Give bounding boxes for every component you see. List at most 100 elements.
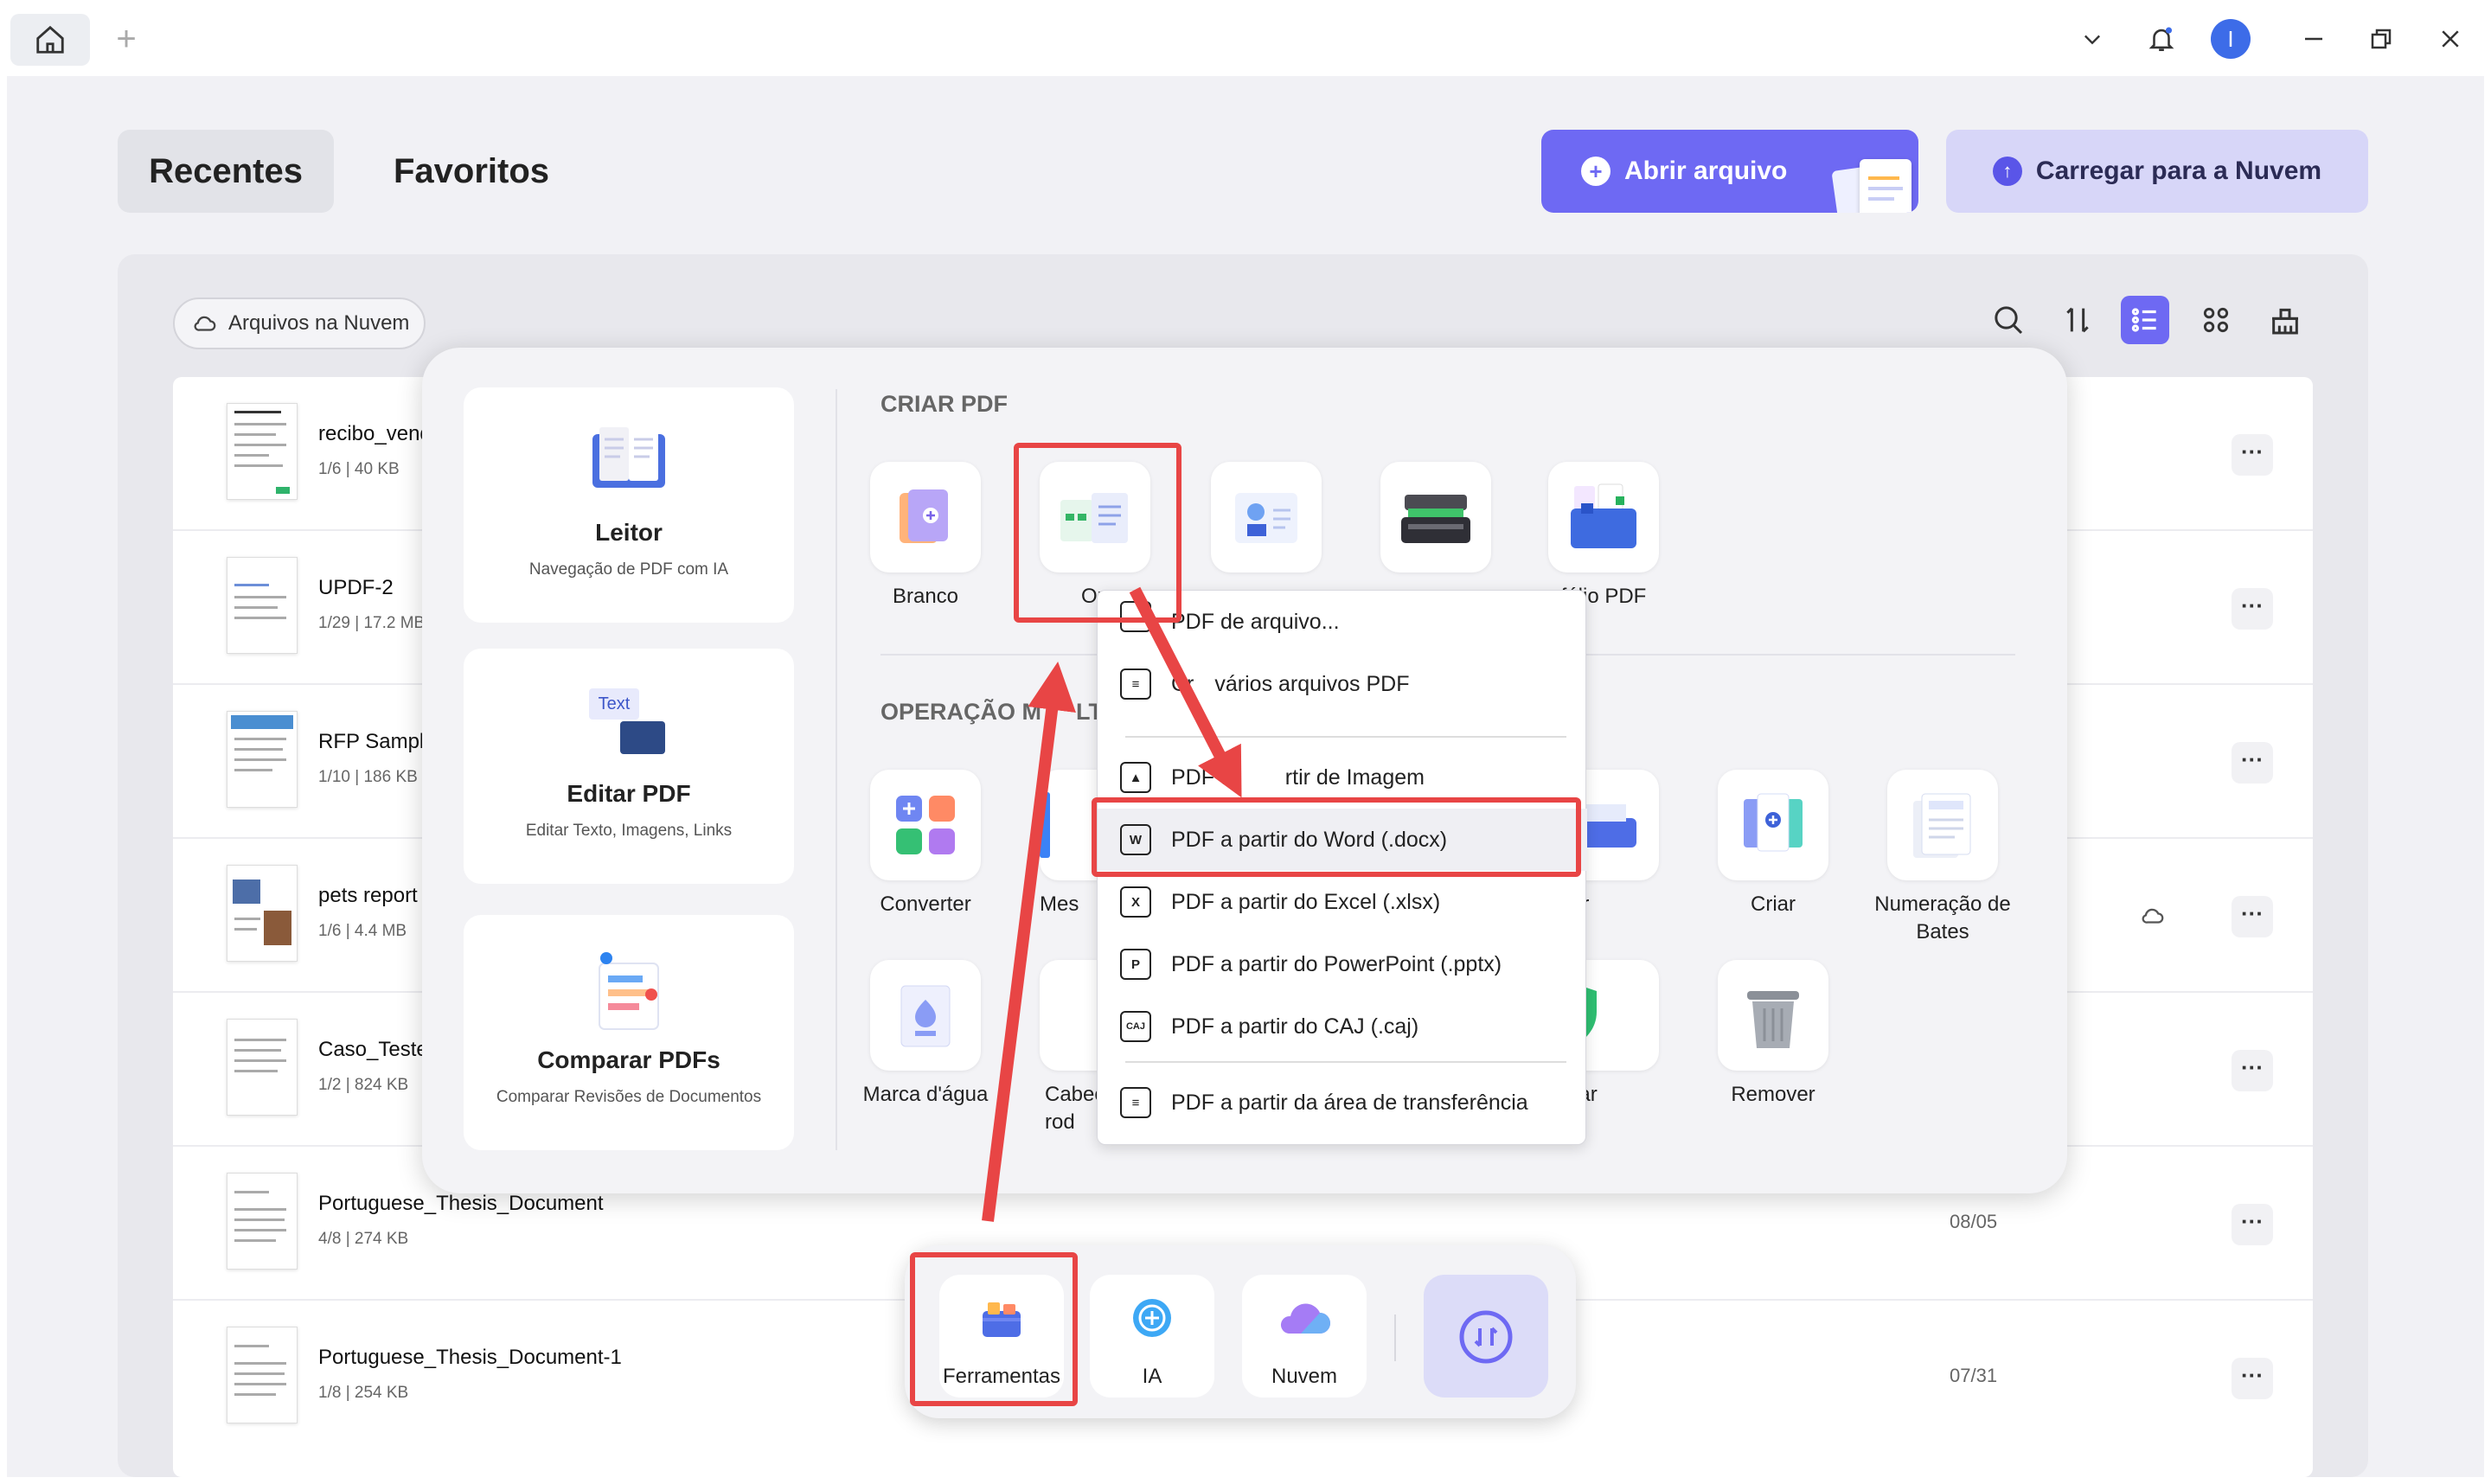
upload-cloud-label: Carregar para a Nuvem: [2035, 157, 2322, 185]
popup-divider: [836, 389, 837, 1150]
merge-icon: [1040, 792, 1050, 858]
more-options-button[interactable]: ···: [2232, 1358, 2273, 1399]
watermark-icon: [900, 985, 951, 1047]
avatar-letter: I: [2227, 26, 2234, 52]
file-meta: 1/29 | 17.2 MB: [318, 614, 426, 632]
annotation-highlight-other: [1014, 443, 1181, 623]
tab-recentes[interactable]: Recentes: [118, 130, 334, 213]
tile-label: Branco: [892, 585, 959, 608]
compare-pdf-card[interactable]: Comparar PDFs Comparar Revisões de Docum…: [464, 915, 794, 1150]
restore-icon[interactable]: [2361, 19, 2401, 59]
new-tab-button[interactable]: +: [109, 17, 144, 61]
menu-item-from-caj[interactable]: CAJ PDF a partir do CAJ (.caj): [1098, 995, 1587, 1058]
file-meta: 1/10 | 186 KB: [318, 768, 418, 786]
cloud-files-filter[interactable]: Arquivos na Nuvem: [173, 297, 426, 349]
edit-pdf-card[interactable]: Text Editar PDF Editar Texto, Imagens, L…: [464, 649, 794, 884]
file-name: recibo_vend: [318, 422, 432, 445]
annotation-highlight-word: [1092, 797, 1581, 877]
file-thumbnail: [227, 1173, 298, 1270]
file-date: 07/31: [1950, 1365, 1998, 1386]
sort-icon[interactable]: [2053, 296, 2102, 344]
minimize-icon[interactable]: [2294, 19, 2334, 59]
create-pages-icon: [1744, 793, 1803, 852]
search-icon[interactable]: [1984, 296, 2033, 344]
tile-label: Remover: [1731, 1083, 1815, 1106]
home-tab[interactable]: [10, 14, 90, 66]
file-thumbnail: [227, 1019, 298, 1116]
card-subtitle: Editar Texto, Imagens, Links: [525, 822, 733, 840]
clipboard-icon: ≡: [1120, 1087, 1151, 1118]
section-title-batch: OPERAÇÃO MLTI-: [880, 699, 1117, 725]
blank-pdf-tile[interactable]: [870, 462, 981, 572]
card-title: Leitor: [595, 519, 663, 546]
edit-text-icon: Text: [589, 688, 669, 758]
image-icon: ▲: [1120, 762, 1151, 793]
book-icon: [587, 424, 670, 497]
portfolio-tile[interactable]: [1548, 462, 1659, 572]
more-options-button[interactable]: ···: [2232, 434, 2273, 476]
more-options-button[interactable]: ···: [2232, 742, 2273, 784]
scan-card-tile[interactable]: [1211, 462, 1322, 572]
cloud-status-icon: [2140, 903, 2166, 933]
create-batch-tile[interactable]: [1718, 770, 1828, 880]
scanner-icon: [1401, 495, 1470, 543]
clean-icon[interactable]: [2261, 296, 2309, 344]
home-icon: [36, 25, 64, 54]
menu-item-from-powerpoint[interactable]: P PDF a partir do PowerPoint (.pptx): [1098, 933, 1587, 995]
list-view-icon[interactable]: [2121, 296, 2169, 344]
compare-icon: [594, 950, 663, 1037]
remove-tile[interactable]: [1718, 960, 1828, 1071]
file-thumbnail: [227, 557, 298, 654]
tab-label: Favoritos: [393, 151, 550, 190]
file-date: 08/05: [1950, 1211, 1998, 1232]
bates-numbering-tile[interactable]: [1887, 770, 1998, 880]
bates-number-icon: [1913, 793, 1971, 858]
chevron-down-icon[interactable]: [2072, 19, 2112, 59]
watermark-tile[interactable]: [870, 960, 981, 1071]
file-thumbnail: [227, 403, 298, 500]
dock-ai-button[interactable]: IA: [1090, 1275, 1214, 1398]
portfolio-folder-icon: [1571, 483, 1636, 548]
dock-divider: [1394, 1314, 1396, 1361]
upload-arrow-icon: ↑: [1992, 157, 2022, 186]
close-icon[interactable]: [2430, 19, 2470, 59]
upload-cloud-button[interactable]: ↑ Carregar para a Nuvem: [1946, 130, 2368, 213]
tab-favoritos[interactable]: Favoritos: [372, 130, 571, 213]
more-options-button[interactable]: ···: [2232, 1204, 2273, 1245]
menu-separator: [1125, 736, 1566, 738]
reader-card[interactable]: Leitor Navegação de PDF com IA: [464, 387, 794, 623]
cloud-outline-icon: [194, 316, 216, 331]
card-title: Comparar PDFs: [537, 1046, 720, 1073]
edit-icon-label: Text: [589, 688, 639, 720]
multi-file-icon: ≡: [1120, 668, 1151, 700]
excel-icon: X: [1120, 886, 1151, 918]
blank-pdf-icon: [900, 489, 948, 543]
more-options-button[interactable]: ···: [2232, 1050, 2273, 1091]
dock-label: IA: [1142, 1365, 1162, 1388]
section-title-create: CRIAR PDF: [880, 391, 1008, 417]
menu-separator: [1125, 1061, 1566, 1063]
file-name: RFP Sample: [318, 730, 436, 753]
bell-icon[interactable]: [2142, 19, 2181, 59]
file-thumbnail: [227, 711, 298, 808]
menu-item-from-excel[interactable]: X PDF a partir do Excel (.xlsx): [1098, 871, 1587, 933]
dock-cloud-button[interactable]: Nuvem: [1242, 1275, 1367, 1398]
avatar[interactable]: I: [2211, 19, 2251, 59]
tile-label: Numeração de Bates: [1874, 892, 2011, 943]
menu-item-multiple-files[interactable]: ≡ Cr vários arquivos PDF: [1098, 653, 1587, 715]
grid-view-icon[interactable]: [2192, 296, 2240, 344]
trash-icon: [1747, 991, 1799, 1048]
menu-item-label: PDF de arquivo...: [1171, 609, 1340, 634]
convert-tile[interactable]: [870, 770, 981, 880]
switch-view-button[interactable]: [1424, 1275, 1548, 1398]
open-file-button[interactable]: + Abrir arquivo: [1541, 130, 1918, 213]
id-card-icon: [1235, 493, 1297, 543]
convert-grid-icon: [896, 796, 955, 854]
more-options-button[interactable]: ···: [2232, 896, 2273, 937]
file-meta: 1/8 | 254 KB: [318, 1384, 409, 1402]
scanner-tile[interactable]: [1380, 462, 1491, 572]
menu-item-from-clipboard[interactable]: ≡ PDF a partir da área de transferência: [1098, 1071, 1587, 1134]
title-bar: + I: [0, 0, 2491, 76]
menu-item-label: PDF a partir do CAJ (.caj): [1171, 1014, 1419, 1039]
more-options-button[interactable]: ···: [2232, 588, 2273, 630]
